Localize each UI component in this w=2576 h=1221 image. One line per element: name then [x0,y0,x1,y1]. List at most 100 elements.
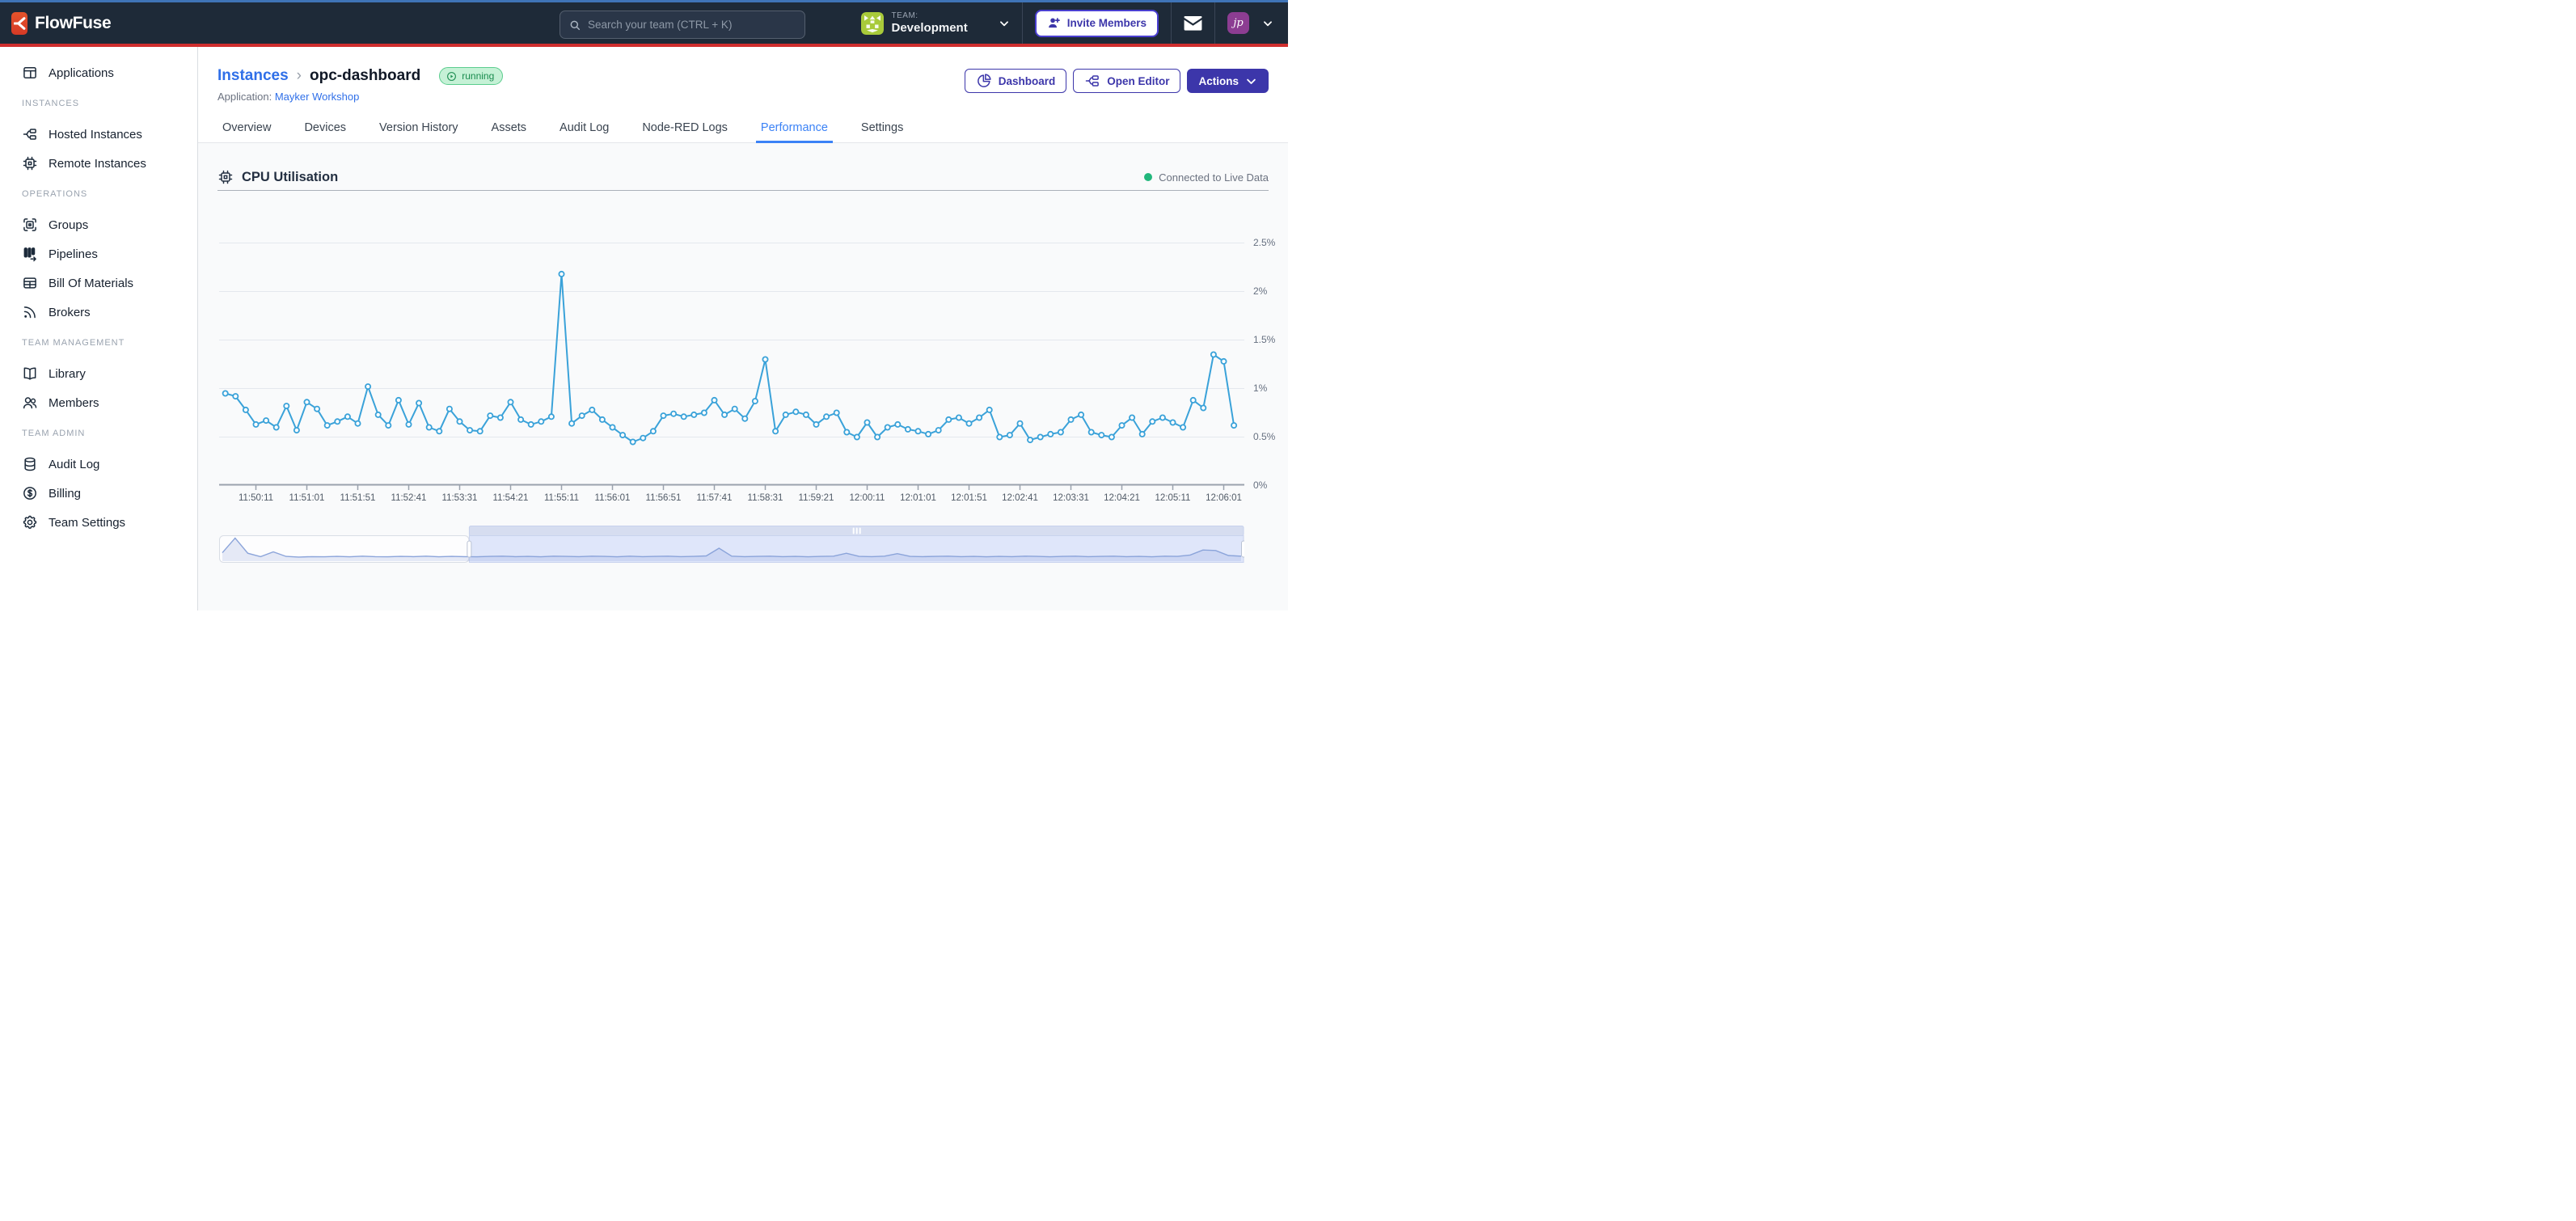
sidebar-item-library[interactable]: Library [0,359,197,388]
sidebar-item-label: Billing [49,487,81,501]
chart-title-row: CPU Utilisation [217,169,338,185]
search-input[interactable] [588,19,796,31]
flowfuse-logo-icon [11,12,27,35]
pie-chart-icon [976,73,992,89]
flowfuse-brand[interactable]: FlowFuse [11,12,111,35]
x-tick-label: 12:06:01 [1190,493,1258,503]
sidebar-item-hosted-instances[interactable]: Hosted Instances [0,120,197,149]
chevron-down-icon [1245,75,1257,87]
dashboard-button[interactable]: Dashboard [965,69,1067,93]
navbar-right-cluster: TEAM: Development Invite Members [861,2,1277,44]
top-navbar: FlowFuse TEAM: Development [0,2,1288,47]
brand-name: FlowFuse [35,14,111,33]
breadcrumb-separator: › [297,66,302,86]
cpu-chart: 0%0.5%1%1.5%2%2.5% 11:50:1111:51:0111:51… [217,196,1269,513]
status-badge: running [439,67,503,85]
sidebar-item-applications[interactable]: Applications [0,58,197,87]
actions-button[interactable]: Actions [1187,69,1269,93]
live-data-status: Connected to Live Data [1144,171,1269,184]
sidebar-item-label: Remote Instances [49,157,146,171]
sidebar-item-label: Pipelines [49,247,98,261]
header-actions: Dashboard Open Editor Actions [965,69,1269,93]
invite-members-label: Invite Members [1067,17,1147,29]
sidebar-section-team-management: TEAM MANAGEMENT [0,338,197,349]
sidebar-item-remote-instances[interactable]: Remote Instances [0,149,197,178]
sidebar-item-pipelines[interactable]: Pipelines [0,239,197,268]
sidebar-item-groups[interactable]: Groups [0,210,197,239]
sidebar-item-label: Audit Log [49,458,99,471]
button-label: Dashboard [999,75,1056,87]
sidebar-section-team-admin: TEAM ADMIN [0,429,197,440]
tab-overview[interactable]: Overview [217,116,276,142]
chevron-down-icon [999,18,1010,29]
open-editor-button[interactable]: Open Editor [1073,69,1180,93]
sidebar: Applications INSTANCES Hosted Instances Rem… [0,47,198,610]
y-tick-label: 0.5% [1253,431,1275,442]
y-tick-label: 0% [1253,480,1267,491]
main-content: Instances › opc-dashboard running [198,47,1288,610]
y-tick-label: 2.5% [1253,237,1275,248]
database-icon [22,456,38,472]
sidebar-item-label: Team Settings [49,516,125,530]
tab-node-red-logs[interactable]: Node-RED Logs [637,116,733,142]
button-label: Actions [1198,75,1239,87]
breadcrumb: Instances › opc-dashboard running [217,66,503,86]
team-selector[interactable]: TEAM: Development [861,11,1010,35]
users-icon [22,395,38,411]
breadcrumb-instances-link[interactable]: Instances [217,66,289,86]
branch-icon [22,126,38,142]
applications-icon [22,65,38,81]
table-icon [22,275,38,291]
branch-icon [1084,73,1100,89]
sidebar-item-team-settings[interactable]: Team Settings [0,508,197,537]
team-avatar [861,12,884,35]
tab-assets[interactable]: Assets [487,116,532,142]
sidebar-item-billing[interactable]: Billing [0,479,197,508]
sidebar-item-label: Library [49,367,86,381]
cpu-chart-plot [219,196,1244,492]
team-search[interactable] [560,11,805,39]
sidebar-item-label: Groups [49,218,88,232]
application-link[interactable]: Mayker Workshop [275,91,360,103]
instance-header: Instances › opc-dashboard running [198,47,1288,103]
y-tick-label: 2% [1253,285,1267,297]
y-tick-label: 1.5% [1253,334,1275,345]
play-circle-icon [446,71,457,82]
chip-icon [22,155,38,171]
sidebar-item-audit-log[interactable]: Audit Log [0,450,197,479]
user-avatar: jp [1227,12,1249,34]
status-badge-label: running [462,66,494,86]
sidebar-item-members[interactable]: Members [0,388,197,417]
button-label: Open Editor [1107,75,1169,87]
chart-title: CPU Utilisation [242,170,338,185]
sidebar-item-label: Bill Of Materials [49,277,133,290]
tab-devices[interactable]: Devices [299,116,351,142]
brush-handle-left [467,541,471,557]
team-name: Development [892,21,968,35]
instance-tabs: Overview Devices Version History Assets Audi… [198,116,1288,143]
page-title: opc-dashboard [310,66,420,86]
y-tick-label: 1% [1253,382,1267,394]
flowfuse-app: FlowFuse TEAM: Development [0,0,1288,610]
search-icon [568,19,581,32]
user-menu[interactable]: jp [1227,12,1277,34]
sidebar-item-label: Applications [49,66,114,80]
book-icon [22,365,38,382]
sidebar-item-bill-of-materials[interactable]: Bill Of Materials [0,268,197,298]
tab-version-history[interactable]: Version History [374,116,463,142]
sidebar-section-operations: OPERATIONS [0,189,197,201]
x-axis-labels: 11:50:1111:51:0111:51:5111:52:4111:53:31… [219,493,1244,506]
live-status-label: Connected to Live Data [1159,171,1269,184]
y-axis-labels: 0% 0.5% 1% 1.5% 2% 2.5% [1253,196,1294,492]
notifications-mail-icon[interactable] [1184,15,1202,31]
cpu-chip-icon [217,169,234,185]
sidebar-item-brokers[interactable]: Brokers [0,298,197,327]
navbar-divider [1171,2,1172,44]
tab-settings[interactable]: Settings [856,116,908,142]
invite-members-button[interactable]: Invite Members [1035,10,1159,37]
sidebar-section-instances: INSTANCES [0,99,197,110]
chart-range-brush[interactable] [219,526,1244,563]
application-label: Application: [217,91,272,103]
tab-performance[interactable]: Performance [756,116,833,142]
tab-audit-log[interactable]: Audit Log [555,116,614,142]
